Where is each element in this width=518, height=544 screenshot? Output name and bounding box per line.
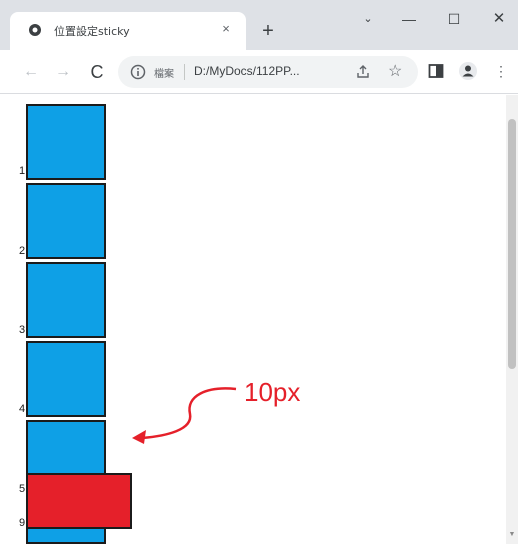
address-bar[interactable]: 檔案 D:/MyDocs/112PP... ☆: [118, 56, 418, 88]
scroll-down-arrow[interactable]: ▼: [508, 531, 516, 539]
scheme-label: 檔案: [154, 69, 174, 80]
tab-close-button[interactable]: ×: [216, 19, 236, 39]
globe-icon: [29, 24, 41, 36]
browser-menu-button[interactable]: ⋮: [494, 61, 508, 81]
blue-box-4: [26, 341, 106, 417]
page-viewport: 1 2 3 4 5 9 ▼: [0, 95, 518, 544]
box-number-3: 3: [19, 324, 26, 336]
annotation-label: 10px: [244, 377, 301, 407]
box-number-5: 5: [19, 483, 26, 495]
share-icon[interactable]: [354, 63, 372, 81]
sticky-red-box: [26, 473, 132, 529]
scrollbar-thumb[interactable]: [508, 119, 516, 369]
bookmark-star-icon[interactable]: ☆: [388, 61, 402, 81]
tab-strip: 位置設定sticky × + ⌄ — ☐ ✕: [0, 0, 518, 50]
reload-button[interactable]: C: [86, 61, 108, 83]
maximize-button[interactable]: ☐: [440, 6, 468, 32]
active-tab[interactable]: 位置設定sticky ×: [10, 12, 246, 50]
new-tab-button[interactable]: +: [256, 20, 280, 44]
forward-button[interactable]: →: [52, 61, 74, 83]
side-panel-icon[interactable]: [428, 63, 444, 79]
tab-search-button[interactable]: ⌄: [354, 6, 382, 32]
box-number-1: 1: [19, 165, 26, 177]
url-text[interactable]: D:/MyDocs/112PP...: [194, 64, 300, 78]
back-button[interactable]: ←: [20, 61, 42, 83]
box-number-2: 2: [19, 245, 26, 257]
minimize-button[interactable]: —: [395, 6, 423, 32]
blue-box-1: [26, 104, 106, 180]
profile-avatar-icon[interactable]: [458, 61, 478, 81]
box-number-4: 4: [19, 403, 26, 415]
info-icon[interactable]: [130, 64, 146, 80]
annotation-arrow-icon: [132, 387, 237, 444]
overlay-number: 9: [19, 517, 26, 529]
blue-box-2: [26, 183, 106, 259]
tab-title: 位置設定sticky: [54, 25, 130, 38]
address-separator: [184, 64, 185, 80]
blue-box-3: [26, 262, 106, 338]
close-window-button[interactable]: ✕: [485, 6, 513, 32]
